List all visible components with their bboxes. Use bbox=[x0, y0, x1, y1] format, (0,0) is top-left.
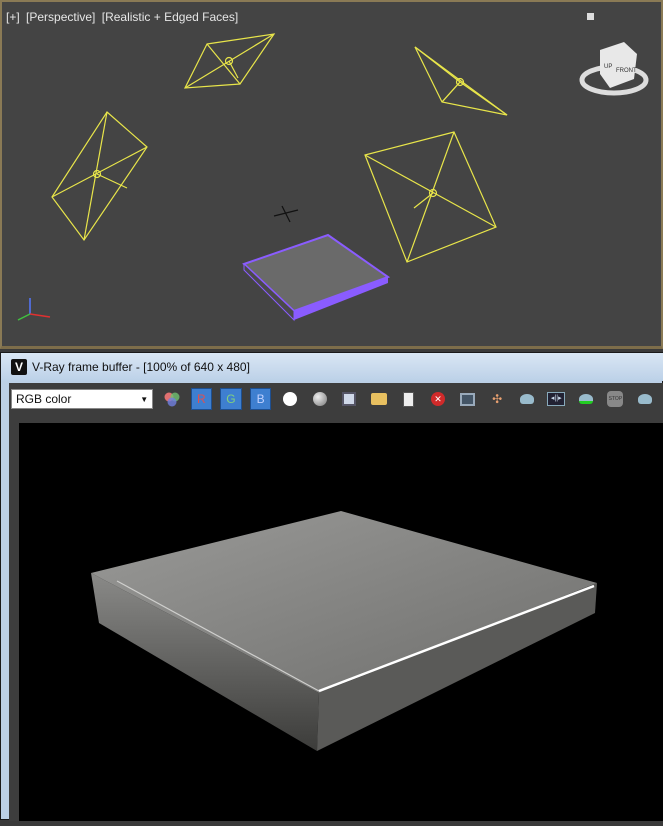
rendered-image bbox=[19, 423, 663, 821]
svg-text:FRONT: FRONT bbox=[616, 68, 637, 74]
render-last-icon[interactable] bbox=[575, 388, 596, 410]
viewcube: UP FRONT bbox=[579, 42, 649, 96]
viewport-scene: UP FRONT bbox=[17, 13, 649, 322]
vfb-toolbar: RGB color ▼ R G B ✕ ✣ ◂||▸ STOP bbox=[9, 383, 663, 415]
blue-channel-button[interactable]: B bbox=[250, 388, 272, 410]
light-object bbox=[183, 33, 276, 89]
render-area bbox=[9, 415, 663, 821]
svg-text:UP: UP bbox=[604, 64, 612, 70]
light-object bbox=[51, 111, 148, 242]
render-teapot-icon[interactable] bbox=[516, 388, 537, 410]
title-bar[interactable]: V V-Ray frame buffer - [100% of 640 x 48… bbox=[1, 353, 663, 381]
open-folder-icon[interactable] bbox=[368, 388, 389, 410]
red-channel-button[interactable]: R bbox=[190, 388, 212, 410]
rendered-slab bbox=[91, 511, 597, 751]
light-object bbox=[364, 131, 497, 263]
clear-icon[interactable]: ✕ bbox=[427, 388, 448, 410]
selected-slab-object bbox=[242, 233, 391, 322]
lens-effects-icon[interactable]: ◂||▸ bbox=[546, 388, 567, 410]
gray-circle-icon[interactable] bbox=[309, 388, 330, 410]
track-mouse-icon[interactable]: ✣ bbox=[487, 388, 508, 410]
axis-tripod bbox=[17, 298, 51, 321]
white-circle-icon[interactable] bbox=[280, 388, 301, 410]
window-title: V-Ray frame buffer - [100% of 640 x 480] bbox=[32, 360, 250, 374]
save-icon[interactable] bbox=[339, 388, 360, 410]
home-icon[interactable] bbox=[587, 13, 594, 20]
perspective-viewport[interactable]: [+] [Perspective] [Realistic + Edged Fac… bbox=[0, 0, 663, 349]
green-channel-button[interactable]: G bbox=[220, 388, 242, 410]
chevron-down-icon: ▼ bbox=[140, 394, 149, 404]
scene-target-cross bbox=[273, 205, 299, 223]
color-correction-icon[interactable] bbox=[161, 388, 182, 410]
light-object bbox=[414, 46, 508, 116]
vray-logo-icon: V bbox=[11, 359, 27, 375]
stop-icon[interactable]: STOP bbox=[605, 388, 626, 410]
vray-frame-buffer-window: V V-Ray frame buffer - [100% of 640 x 48… bbox=[0, 352, 663, 821]
teapot-icon[interactable] bbox=[634, 388, 655, 410]
channel-select[interactable]: RGB color ▼ bbox=[11, 389, 154, 409]
region-render-icon[interactable] bbox=[457, 388, 478, 410]
clipboard-icon[interactable] bbox=[398, 388, 419, 410]
